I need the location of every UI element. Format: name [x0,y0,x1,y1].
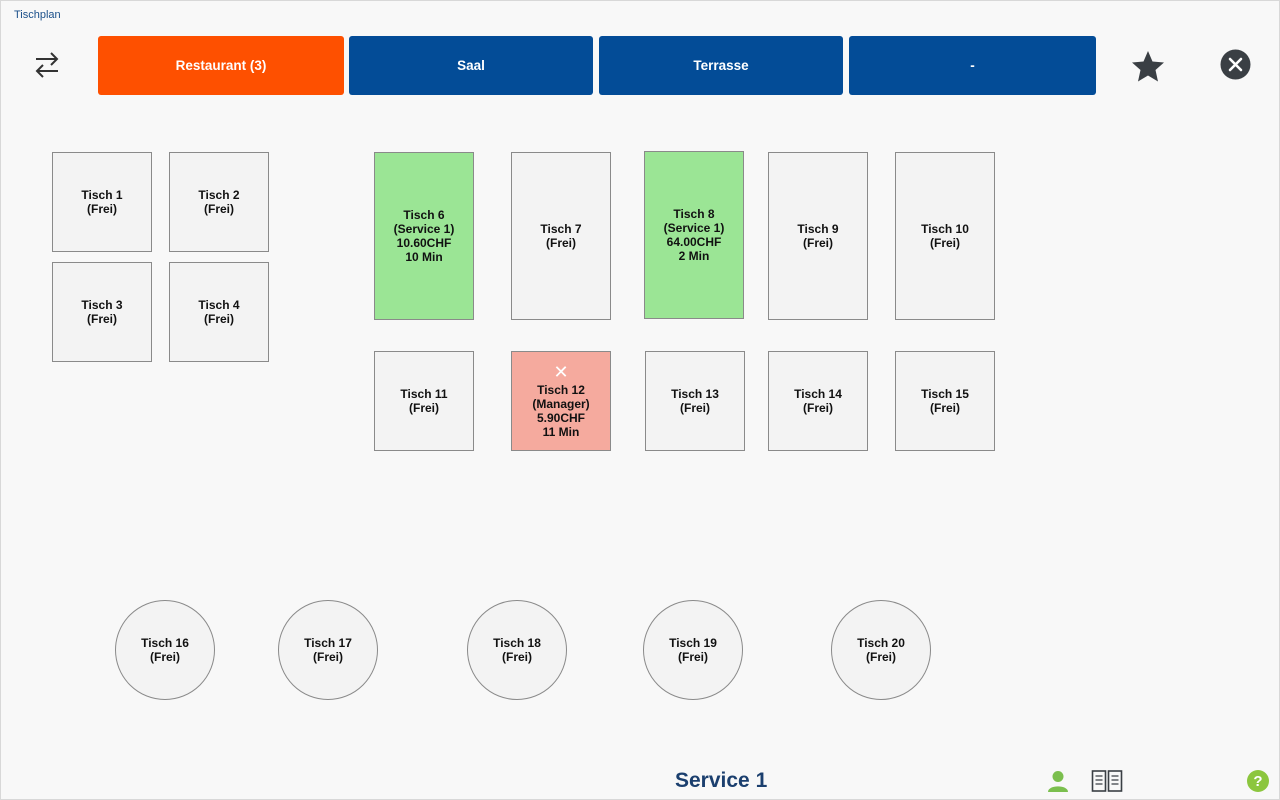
tab-restaurant[interactable]: Restaurant (3) [98,36,344,95]
table-duration: 2 Min [678,249,710,263]
table-status: (Frei) [87,202,117,216]
book-icon [1091,770,1123,792]
table-amount: 64.00CHF [666,235,722,249]
close-icon [1220,49,1251,80]
table-12[interactable]: ✕ Tisch 12 (Manager) 5.90CHF 11 Min [511,351,611,451]
table-status: (Frei) [409,401,439,415]
table-status: (Frei) [204,312,234,326]
book-button[interactable] [1091,769,1123,793]
table-status: (Frei) [803,401,833,415]
table-name: Tisch 19 [669,636,717,650]
table-name: Tisch 20 [857,636,905,650]
table-status: (Frei) [87,312,117,326]
table-17[interactable]: Tisch 17 (Frei) [278,600,378,700]
table-status: (Frei) [930,236,960,250]
table-name: Tisch 1 [81,188,123,202]
favorite-button[interactable] [1129,48,1167,84]
table-status: (Frei) [678,650,708,664]
table-name: Tisch 18 [493,636,541,650]
table-20[interactable]: Tisch 20 (Frei) [831,600,931,700]
table-status: (Frei) [930,401,960,415]
table-name: Tisch 2 [198,188,240,202]
table-11[interactable]: Tisch 11 (Frei) [374,351,474,451]
table-amount: 5.90CHF [536,411,586,425]
table-waiter: (Service 1) [663,221,725,235]
swap-button[interactable] [29,47,65,83]
table-name: Tisch 14 [794,387,842,401]
table-9[interactable]: Tisch 9 (Frei) [768,152,868,320]
table-status: (Frei) [502,650,532,664]
table-status: (Frei) [546,236,576,250]
table-7[interactable]: Tisch 7 (Frei) [511,152,611,320]
close-button[interactable] [1220,49,1251,80]
table-name: Tisch 3 [81,298,123,312]
table-name: Tisch 11 [400,387,448,401]
table-18[interactable]: Tisch 18 (Frei) [467,600,567,700]
table-1[interactable]: Tisch 1 (Frei) [52,152,152,252]
table-name: Tisch 17 [304,636,352,650]
table-3[interactable]: Tisch 3 (Frei) [52,262,152,362]
tab-terrasse[interactable]: Terrasse [599,36,843,95]
table-amount: 10.60CHF [396,236,452,250]
table-status: (Frei) [866,650,896,664]
table-6[interactable]: Tisch 6 (Service 1) 10.60CHF 10 Min [374,152,474,320]
table-10[interactable]: Tisch 10 (Frei) [895,152,995,320]
current-user-label: Service 1 [675,769,768,792]
table-waiter: (Service 1) [393,222,455,236]
tab-empty[interactable]: - [849,36,1096,95]
table-name: Tisch 4 [198,298,240,312]
tab-saal[interactable]: Saal [349,36,593,95]
table-duration: 10 Min [405,250,443,264]
user-button[interactable] [1046,769,1070,793]
table-duration: 11 Min [542,425,580,439]
table-status: (Frei) [150,650,180,664]
table-name: Tisch 12 [537,383,585,397]
table-4[interactable]: Tisch 4 (Frei) [169,262,269,362]
table-name: Tisch 10 [921,222,969,236]
table-status: (Frei) [680,401,710,415]
table-15[interactable]: Tisch 15 (Frei) [895,351,995,451]
lock-x-icon: ✕ [553,362,569,382]
table-name: Tisch 7 [540,222,582,236]
swap-arrows-icon [35,52,59,78]
table-name: Tisch 9 [797,222,839,236]
star-icon [1132,51,1164,82]
table-19[interactable]: Tisch 19 (Frei) [643,600,743,700]
table-name: Tisch 16 [141,636,189,650]
window-title: Tischplan [14,9,61,21]
table-8[interactable]: Tisch 8 (Service 1) 64.00CHF 2 Min [644,151,744,319]
table-name: Tisch 15 [921,387,969,401]
table-name: Tisch 6 [403,208,445,222]
table-16[interactable]: Tisch 16 (Frei) [115,600,215,700]
help-icon[interactable]: ? [1247,770,1269,792]
user-icon [1048,771,1068,792]
table-13[interactable]: Tisch 13 (Frei) [645,351,745,451]
table-name: Tisch 8 [673,207,715,221]
table-14[interactable]: Tisch 14 (Frei) [768,351,868,451]
table-name: Tisch 13 [671,387,719,401]
table-2[interactable]: Tisch 2 (Frei) [169,152,269,252]
table-status: (Frei) [803,236,833,250]
table-waiter: (Manager) [532,397,590,411]
table-status: (Frei) [313,650,343,664]
table-status: (Frei) [204,202,234,216]
